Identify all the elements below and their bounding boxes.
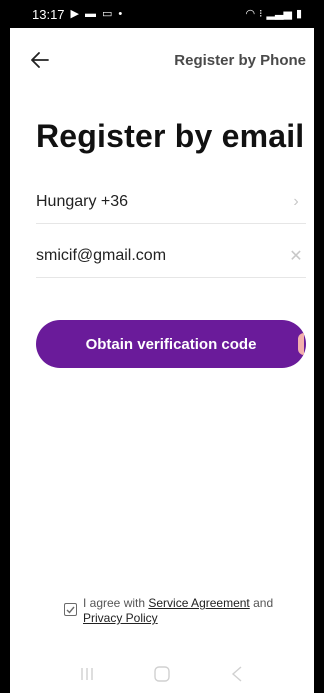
volte-icon: ⁝	[259, 7, 263, 20]
privacy-policy-link[interactable]: Privacy Policy	[83, 611, 158, 625]
top-nav: Register by Phone	[10, 44, 314, 76]
home-button[interactable]	[142, 659, 182, 689]
status-left: 13:17 ▶ ▬ ▭ •	[32, 7, 122, 22]
phone-frame: 13:17 ▶ ▬ ▭ • ◠ ⁝ ▂▃▅ ▮ Register by Phon…	[0, 0, 324, 693]
wifi-icon: ◠	[245, 7, 256, 20]
country-selector[interactable]: Hungary +36 ›	[36, 180, 306, 224]
gallery-icon: ▭	[102, 7, 113, 20]
clear-icon[interactable]: ✕	[286, 246, 306, 266]
email-row: ✕	[36, 234, 306, 278]
chevron-right-icon: ›	[293, 192, 299, 210]
agreement: I agree with Service Agreement and Priva…	[64, 596, 308, 626]
back-nav-button[interactable]	[217, 659, 257, 689]
country-value: Hungary +36	[36, 192, 129, 210]
video-icon: ▬	[85, 7, 97, 20]
page-title: Register by email	[36, 118, 305, 154]
dot-icon: •	[118, 7, 123, 20]
agreement-checkbox[interactable]	[64, 603, 77, 616]
agreement-text: I agree with Service Agreement and Priva…	[83, 596, 273, 626]
floating-edge-handle[interactable]	[298, 333, 304, 355]
agreement-middle: and	[249, 596, 274, 610]
signal-icon: ▂▃▅	[266, 7, 292, 20]
obtain-code-button[interactable]: Obtain verification code	[36, 320, 306, 368]
status-bar: 13:17 ▶ ▬ ▭ • ◠ ⁝ ▂▃▅ ▮	[10, 0, 314, 28]
check-icon	[66, 606, 75, 614]
status-right: ◠ ⁝ ▂▃▅ ▮	[245, 7, 302, 20]
register-by-phone-link[interactable]: Register by Phone	[174, 52, 314, 69]
recent-apps-icon	[81, 668, 94, 680]
home-icon	[154, 666, 170, 682]
battery-icon: ▮	[295, 7, 302, 20]
system-nav-bar	[10, 655, 314, 693]
service-agreement-link[interactable]: Service Agreement	[148, 596, 249, 610]
back-button[interactable]	[28, 48, 52, 72]
recent-apps-button[interactable]	[67, 659, 107, 689]
status-time: 13:17	[32, 6, 65, 22]
chevron-left-icon	[231, 666, 242, 682]
agreement-prefix: I agree with	[83, 596, 149, 610]
arrow-left-icon	[31, 52, 49, 68]
play-store-icon: ▶	[70, 7, 80, 20]
email-input[interactable]	[36, 246, 266, 265]
